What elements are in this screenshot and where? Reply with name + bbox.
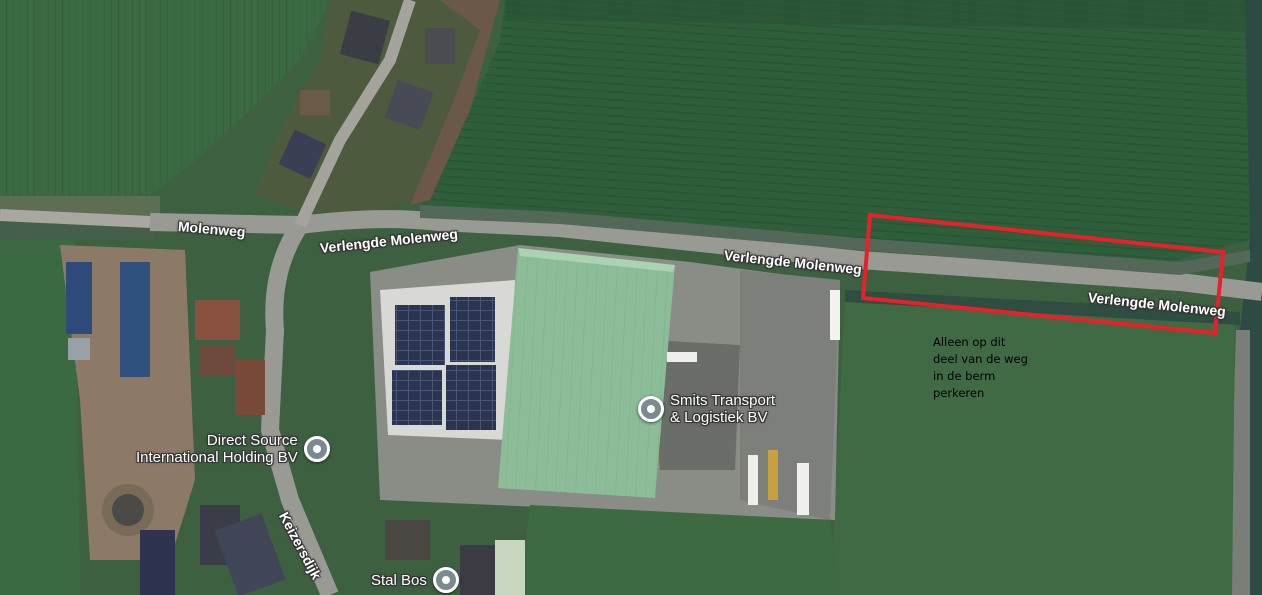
- stack-blue-2: [120, 262, 150, 377]
- poi-smits-transport[interactable]: Smits Transport & Logistiek BV: [638, 392, 775, 426]
- field-southeast: [830, 300, 1235, 595]
- house-12: [385, 520, 430, 560]
- annotation-line-3: in de berm: [933, 369, 996, 383]
- poi-label-smits[interactable]: Smits Transport & Logistiek BV: [670, 392, 775, 426]
- solar-array-1: [395, 305, 445, 365]
- poi-direct-source[interactable]: Direct Source International Holding BV: [136, 432, 330, 466]
- house-7: [200, 345, 235, 375]
- place-pin-icon[interactable]: [432, 567, 459, 593]
- house-2: [425, 28, 455, 64]
- place-pin-icon[interactable]: [303, 436, 330, 462]
- house-8: [235, 360, 265, 415]
- truck-2: [768, 450, 778, 500]
- truck-4: [830, 290, 840, 340]
- greenhouse: [495, 540, 525, 595]
- roundabout-inner: [112, 494, 144, 526]
- house-11: [140, 530, 175, 595]
- annotation-line-2: deel van de weg: [933, 352, 1028, 366]
- truck-3: [797, 463, 809, 515]
- truck-1: [748, 455, 758, 505]
- solar-array-4: [446, 365, 496, 430]
- warehouse-roof: [498, 248, 675, 498]
- field-south: [520, 505, 840, 595]
- poi-label-stal-bos[interactable]: Stal Bos: [371, 572, 427, 589]
- poi-label-direct-source[interactable]: Direct Source International Holding BV: [136, 432, 298, 466]
- house-5: [300, 90, 330, 115]
- place-pin-icon[interactable]: [638, 396, 664, 422]
- parking-annotation: Alleen op dit deel van de weg in de berm…: [933, 334, 1028, 402]
- annotation-line-1: Alleen op dit: [933, 335, 1006, 349]
- satellite-map[interactable]: [0, 0, 1262, 595]
- stack-white: [68, 338, 90, 360]
- house-6: [195, 300, 240, 340]
- road-molenweg-west: [0, 209, 151, 228]
- truck-5: [667, 352, 697, 362]
- annotation-line-4: perkeren: [933, 386, 985, 400]
- poi-stal-bos[interactable]: Stal Bos: [371, 567, 459, 593]
- stack-blue-1: [66, 262, 92, 334]
- solar-array-2: [450, 297, 495, 362]
- solar-array-3: [392, 370, 442, 425]
